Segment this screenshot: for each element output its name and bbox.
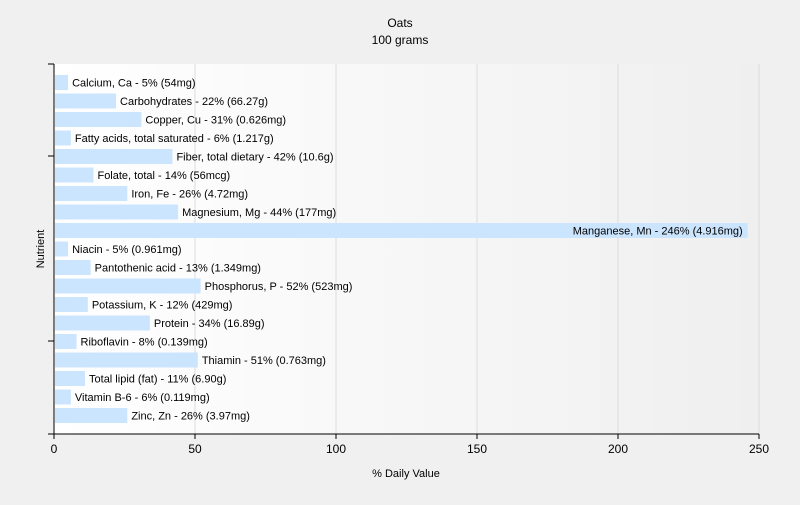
- chart-title: Oats: [387, 16, 412, 30]
- bar-label: Iron, Fe - 26% (4.72mg): [131, 188, 248, 200]
- x-tick-label: 150: [467, 442, 487, 456]
- x-axis-label: % Daily Value: [372, 468, 440, 480]
- bar-chart: Calcium, Ca - 5% (54mg) Carbohydrates - 2…: [35, 16, 769, 480]
- bar-label: Riboflavin - 8% (0.139mg): [81, 336, 208, 348]
- x-tick-label: 0: [51, 442, 58, 456]
- bar-label: Fiber, total dietary - 42% (10.6g): [176, 151, 333, 163]
- bar-label: Total lipid (fat) - 11% (6.90g): [89, 373, 226, 385]
- bar: [55, 260, 91, 275]
- chart-subtitle: 100 grams: [372, 33, 429, 47]
- bar: [55, 278, 201, 294]
- bar-label: Manganese, Mn - 246% (4.916mg): [573, 225, 743, 237]
- bar: [55, 112, 142, 127]
- x-tick-label: 250: [749, 442, 769, 456]
- bar: [55, 371, 86, 386]
- bar-label: Protein - 34% (16.89g): [154, 318, 265, 330]
- bar-label: Fatty acids, total saturated - 6% (1.217…: [75, 133, 274, 145]
- bar-label: Pantothenic acid - 13% (1.349mg): [95, 262, 261, 274]
- bar: [55, 186, 128, 201]
- bar: [55, 241, 69, 257]
- bar: [55, 408, 128, 423]
- bar-label: Niacin - 5% (0.961mg): [72, 244, 181, 256]
- bar-label: Calcium, Ca - 5% (54mg): [72, 77, 195, 89]
- bar: [55, 149, 173, 164]
- bar-label: Magnesium, Mg - 44% (177mg): [182, 207, 336, 219]
- bar: [55, 167, 94, 183]
- bar: [55, 130, 71, 146]
- bar-label: Vitamin B-6 - 6% (0.119mg): [75, 392, 210, 404]
- bar-label: Carbohydrates - 22% (66.27g): [120, 96, 268, 108]
- bar-label: Potassium, K - 12% (429mg): [92, 299, 233, 311]
- bar: [55, 389, 71, 405]
- bar-label: Phosphorus, P - 52% (523mg): [205, 281, 353, 293]
- bar: [55, 334, 77, 349]
- bar-label: Thiamin - 51% (0.763mg): [202, 355, 326, 367]
- bar: [55, 297, 88, 312]
- bar: [55, 93, 117, 109]
- bar: [55, 315, 150, 331]
- bar: [55, 204, 179, 220]
- bar-label: Folate, total - 14% (56mcg): [97, 170, 230, 182]
- bar-label: Zinc, Zn - 26% (3.97mg): [131, 410, 250, 422]
- chart-container: Calcium, Ca - 5% (54mg) Carbohydrates - 2…: [0, 0, 800, 500]
- bar: [55, 352, 198, 368]
- bar: [55, 75, 69, 90]
- x-tick-label: 100: [326, 442, 346, 456]
- bar-label: Copper, Cu - 31% (0.626mg): [145, 114, 286, 126]
- x-tick-label: 200: [608, 442, 628, 456]
- x-tick-label: 50: [188, 442, 202, 456]
- y-axis-label: Nutrient: [35, 230, 47, 269]
